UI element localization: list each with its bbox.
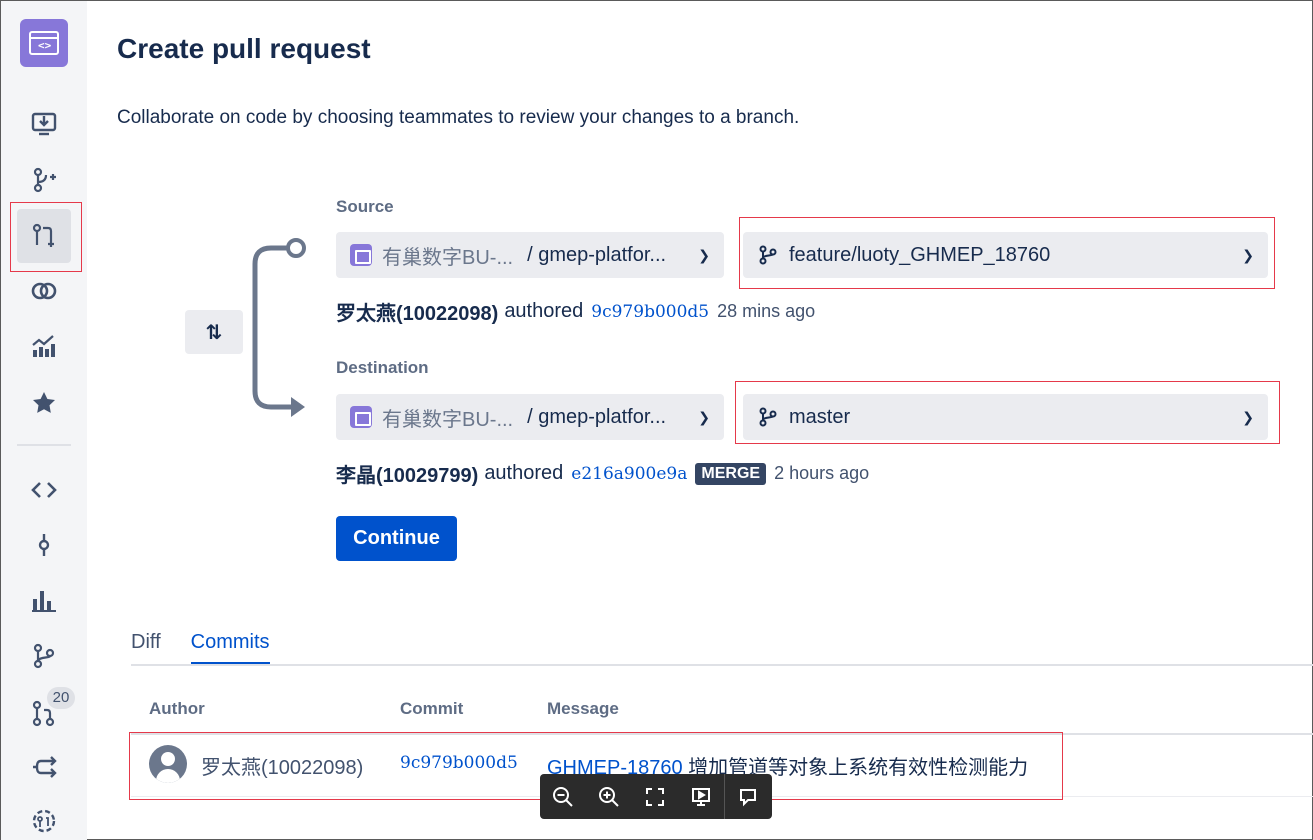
zoom-out-icon[interactable]: [540, 774, 586, 819]
destination-repo-select[interactable]: 有巢数字BU-... / gmep-platfor... ❯: [336, 394, 724, 440]
swap-arrows-icon: ⇅: [205, 321, 223, 344]
comment-icon[interactable]: [725, 774, 771, 819]
destination-time: 2 hours ago: [774, 463, 870, 483]
tab-diff[interactable]: Diff: [131, 631, 161, 665]
create-branch-icon[interactable]: [17, 158, 71, 202]
tab-commits[interactable]: Commits: [190, 631, 270, 665]
destination-commit-info: 李晶(10029799) authored e216a900e9a MERGE …: [336, 459, 869, 488]
commits-icon[interactable]: [17, 523, 71, 567]
source-repo-select[interactable]: 有巢数字BU-... / gmep-platfor... ❯: [336, 232, 724, 278]
table-header-divider: [131, 733, 1313, 735]
destination-branch-select[interactable]: master ❯: [743, 394, 1268, 440]
destination-commit-hash[interactable]: e216a900e9a: [571, 464, 687, 484]
commit-author: 罗太燕(10022098): [201, 757, 364, 779]
authored-text: authored: [504, 300, 584, 322]
chevron-down-icon: ❯: [1242, 246, 1254, 263]
tabs-divider: [131, 664, 1313, 666]
merge-badge: MERGE: [695, 462, 767, 485]
avatar: [149, 745, 187, 783]
slideshow-icon[interactable]: [678, 774, 724, 819]
repo-logo-icon[interactable]: <>: [20, 19, 68, 67]
forks-icon[interactable]: [17, 745, 71, 789]
tabs: Diff Commits: [131, 631, 270, 665]
column-header-author: Author: [149, 699, 205, 718]
source-branch: feature/luoty_GHMEP_18760: [789, 243, 1051, 266]
branch-icon: [757, 244, 779, 266]
fullscreen-icon[interactable]: [632, 774, 678, 819]
source-branch-select[interactable]: feature/luoty_GHMEP_18760 ❯: [743, 232, 1268, 278]
star-icon[interactable]: [17, 381, 71, 425]
pull-requests-count-badge: 20: [47, 687, 75, 709]
branches-icon[interactable]: [17, 634, 71, 678]
column-header-commit: Commit: [400, 699, 464, 718]
sidebar-divider: [17, 444, 71, 446]
chevron-down-icon: ❯: [698, 408, 710, 425]
source-repo: / gmep-platfor...: [527, 243, 667, 266]
source-label: Source: [336, 197, 394, 216]
source-commit-hash[interactable]: 9c979b000d5: [591, 302, 709, 322]
destination-project: 有巢数字BU-...: [382, 408, 514, 431]
source-project: 有巢数字BU-...: [382, 246, 514, 269]
swap-branches-button[interactable]: ⇅: [185, 310, 243, 354]
zoom-in-icon[interactable]: [586, 774, 632, 819]
source-code-icon[interactable]: [17, 468, 71, 512]
destination-repo: / gmep-platfor...: [527, 405, 667, 428]
destination-author: 李晶(10029799): [336, 465, 479, 487]
clone-icon[interactable]: [17, 102, 71, 146]
destination-label: Destination: [336, 358, 429, 377]
sidebar: <> 20: [1, 1, 87, 840]
image-viewer-toolbar: [540, 774, 772, 819]
destination-branch: master: [789, 405, 851, 428]
page-title: Create pull request: [117, 33, 371, 64]
commit-hash-link[interactable]: 9c979b000d5: [400, 753, 518, 773]
continue-button[interactable]: Continue: [336, 516, 457, 561]
branch-icon: [757, 406, 779, 428]
reports-icon[interactable]: [17, 578, 71, 622]
insights-icon[interactable]: [17, 323, 71, 367]
chevron-down-icon: ❯: [1242, 408, 1254, 425]
source-commit-info: 罗太燕(10022098) authored 9c979b000d5 28 mi…: [336, 297, 815, 326]
create-pull-request-icon[interactable]: [17, 209, 71, 263]
page-subtitle: Collaborate on code by choosing teammate…: [117, 107, 800, 128]
source-author: 罗太燕(10022098): [336, 303, 499, 325]
flow-arrow-icon: [252, 238, 306, 417]
chevron-down-icon: ❯: [698, 246, 710, 263]
source-time: 28 mins ago: [717, 301, 816, 321]
column-header-message: Message: [547, 699, 619, 718]
authored-text: authored: [484, 462, 564, 484]
repo-icon: [350, 406, 372, 428]
compare-icon[interactable]: [17, 269, 71, 313]
settings-icon[interactable]: [17, 799, 71, 840]
repo-icon: [350, 244, 372, 266]
